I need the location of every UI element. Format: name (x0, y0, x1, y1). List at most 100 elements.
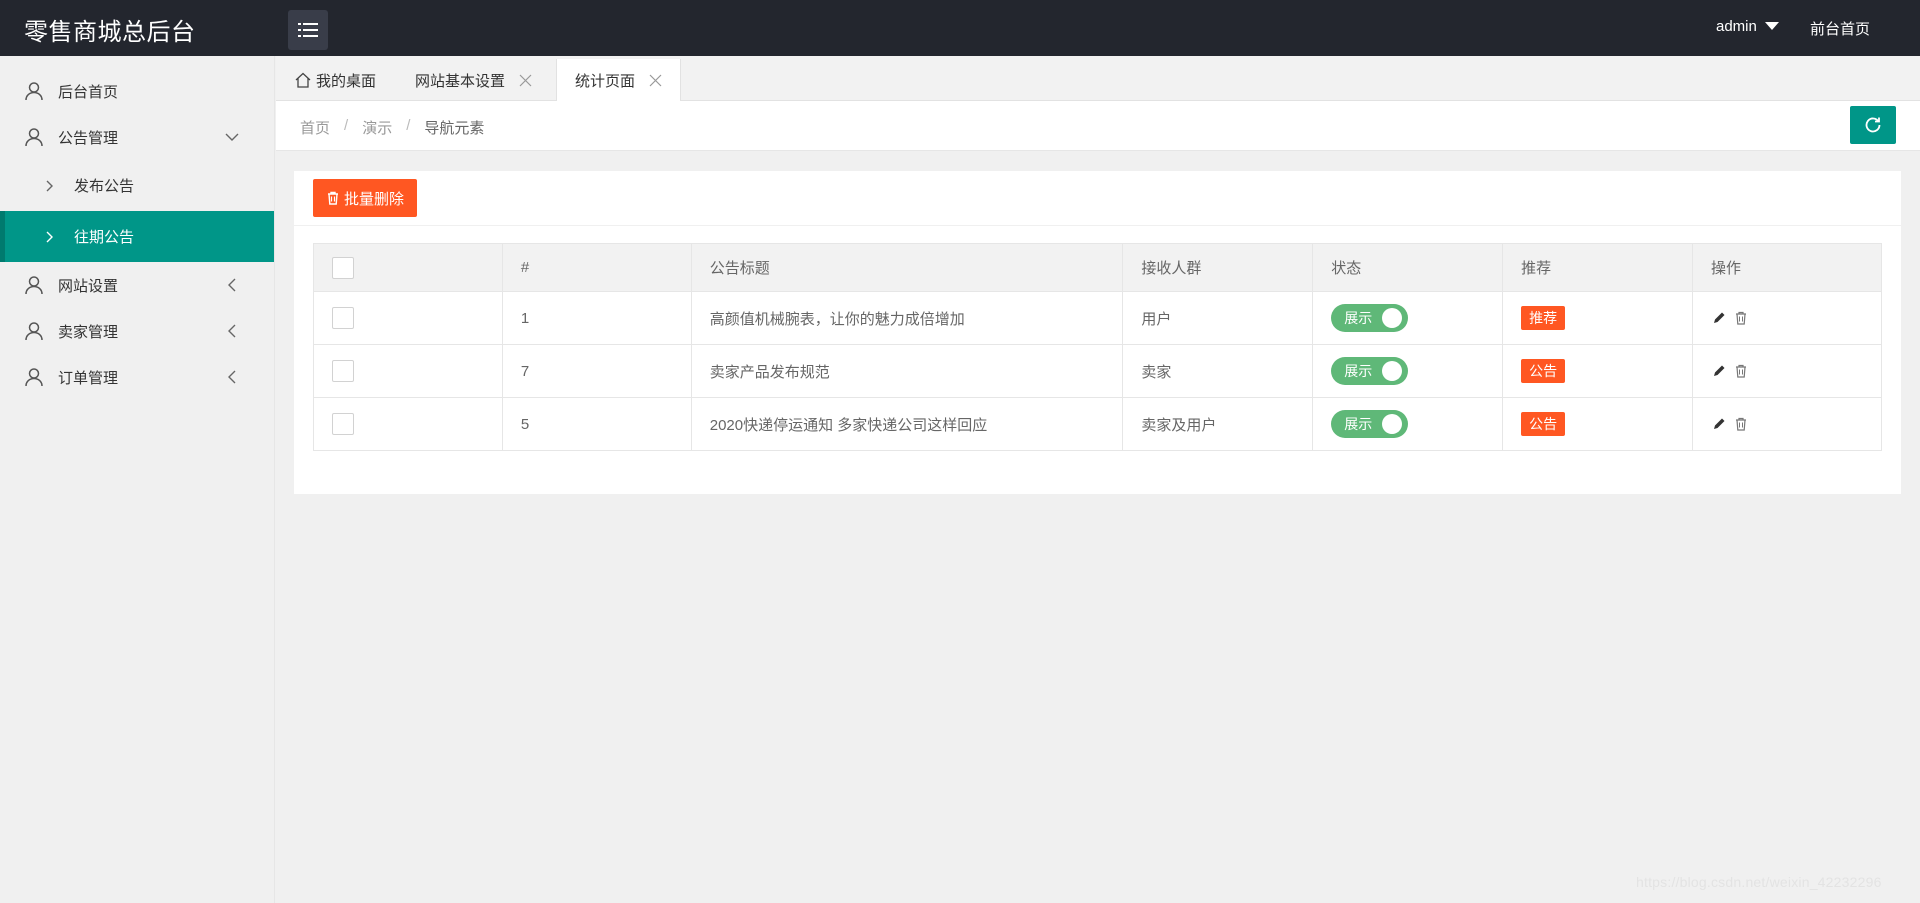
status-toggle[interactable]: 展示 (1331, 410, 1409, 438)
batch-delete-button[interactable]: 批量删除 (313, 179, 418, 217)
card-toolbar: 批量删除 (294, 171, 1901, 226)
edit-icon[interactable] (1711, 416, 1727, 432)
notice-badge: 公告 (1521, 359, 1566, 383)
breadcrumb: 首页 / 演示 / 导航元素 (300, 117, 484, 138)
tab-label: 网站基本设置 (415, 72, 506, 90)
caret-down-icon (1764, 21, 1779, 30)
row-checkbox[interactable] (332, 307, 354, 329)
close-icon[interactable] (519, 74, 532, 87)
user-icon (25, 128, 43, 147)
row-id: 7 (501, 344, 692, 398)
user-icon (25, 322, 43, 341)
announcement-card: 批量删除 # 公告标题 接收人群 状态 推荐 操作 1 高颜值机械腕表，让你的魅… (294, 171, 1901, 494)
status-toggle[interactable]: 展示 (1331, 304, 1409, 332)
row-title: 高颜值机械腕表，让你的魅力成倍增加 (690, 291, 1124, 345)
edit-icon[interactable] (1711, 310, 1727, 326)
breadcrumb-item[interactable]: 首页 (300, 117, 330, 138)
breadcrumb-bar: 首页 / 演示 / 导航元素 (276, 101, 1920, 151)
status-label: 展示 (1344, 363, 1373, 379)
trash-icon[interactable] (1733, 416, 1749, 432)
row-audience: 卖家 (1122, 344, 1314, 398)
table-row: 7 卖家产品发布规范 卖家 展示 公告 (313, 344, 1882, 398)
column-header: 接收人群 (1122, 243, 1314, 292)
sidebar-item-orders[interactable]: 订单管理 (0, 354, 274, 400)
sidebar-item-label: 卖家管理 (58, 323, 119, 341)
trash-icon (328, 191, 338, 205)
sidebar-item-label: 公告管理 (58, 129, 119, 147)
announcement-table: # 公告标题 接收人群 状态 推荐 操作 1 高颜值机械腕表，让你的魅力成倍增加… (313, 243, 1882, 451)
row-checkbox[interactable] (332, 413, 354, 435)
tab-desktop[interactable]: 我的桌面 (276, 59, 394, 101)
chevron-left-icon (228, 324, 236, 338)
column-header: 公告标题 (690, 243, 1124, 292)
table-row: 1 高颜值机械腕表，让你的魅力成倍增加 用户 展示 推荐 (313, 291, 1882, 345)
row-audience: 用户 (1122, 291, 1314, 345)
row-title: 卖家产品发布规范 (690, 344, 1124, 398)
column-header: 操作 (1692, 243, 1882, 292)
toggle-knob (1382, 414, 1403, 434)
column-header: 状态 (1312, 243, 1504, 292)
row-checkbox[interactable] (332, 360, 354, 382)
user-icon (25, 82, 43, 101)
page-tabs: 我的桌面 网站基本设置 统计页面 (276, 56, 1920, 102)
column-header: 推荐 (1502, 243, 1694, 292)
status-label: 展示 (1344, 310, 1373, 326)
chevron-down-icon (225, 133, 239, 141)
row-title: 2020快递停运通知 多家快递公司这样回应 (690, 397, 1124, 451)
watermark: https://blog.csdn.net/weixin_42232296 (1636, 874, 1882, 890)
refresh-icon (1865, 117, 1881, 133)
recommend-badge: 推荐 (1521, 306, 1566, 330)
sidebar: 后台首页 公告管理 发布公告 往期公告 网站设置 卖家管理 订单管理 (0, 56, 275, 903)
sidebar-item-label: 订单管理 (58, 369, 119, 387)
sidebar-item-sellers[interactable]: 卖家管理 (0, 308, 274, 354)
batch-delete-label: 批量删除 (344, 190, 405, 208)
sidebar-subitem-label: 发布公告 (74, 178, 135, 195)
sidebar-item-announcements[interactable]: 公告管理 (0, 114, 274, 160)
trash-icon[interactable] (1733, 310, 1749, 326)
edit-icon[interactable] (1711, 363, 1727, 379)
user-name: admin (1716, 18, 1757, 35)
row-id: 5 (501, 397, 692, 451)
sidebar-item-label: 网站设置 (58, 277, 119, 295)
status-toggle[interactable]: 展示 (1331, 357, 1409, 385)
list-icon (298, 23, 318, 37)
select-all-checkbox[interactable] (332, 256, 354, 279)
breadcrumb-item[interactable]: 演示 (362, 117, 392, 138)
tab-label: 统计页面 (575, 73, 636, 90)
header-select-all (313, 243, 503, 292)
close-icon[interactable] (649, 74, 662, 87)
chevron-right-icon (46, 231, 53, 242)
row-audience: 卖家及用户 (1122, 397, 1314, 451)
breadcrumb-separator: / (344, 117, 349, 134)
front-home-link[interactable]: 前台首页 (1810, 18, 1870, 39)
toggle-knob (1382, 361, 1403, 381)
top-header: 零售商城总后台 admin 前台首页 (0, 0, 1920, 56)
sidebar-item-dashboard[interactable]: 后台首页 (0, 68, 274, 114)
refresh-button[interactable] (1850, 106, 1896, 144)
sidebar-subitem-history[interactable]: 往期公告 (0, 211, 274, 262)
user-icon (25, 276, 43, 295)
user-icon (25, 368, 43, 387)
toggle-knob (1382, 308, 1403, 328)
tab-site-settings[interactable]: 网站基本设置 (397, 59, 550, 101)
chevron-left-icon (228, 278, 236, 292)
sidebar-item-site-settings[interactable]: 网站设置 (0, 262, 274, 308)
table-row: 5 2020快递停运通知 多家快递公司这样回应 卖家及用户 展示 公告 (313, 397, 1882, 451)
status-label: 展示 (1344, 416, 1373, 432)
row-id: 1 (501, 291, 692, 345)
breadcrumb-item: 导航元素 (424, 120, 485, 137)
tab-statistics[interactable]: 统计页面 (556, 59, 682, 102)
home-icon (295, 72, 311, 88)
trash-icon[interactable] (1733, 363, 1749, 379)
sidebar-item-label: 后台首页 (58, 83, 119, 101)
user-menu[interactable]: admin (1716, 18, 1779, 35)
sidebar-subitem-label: 往期公告 (74, 229, 135, 246)
chevron-left-icon (228, 370, 236, 384)
sidebar-subitem-publish[interactable]: 发布公告 (0, 160, 274, 211)
notice-badge: 公告 (1521, 412, 1566, 436)
breadcrumb-separator: / (406, 117, 411, 134)
table-header-row: # 公告标题 接收人群 状态 推荐 操作 (313, 243, 1882, 292)
menu-toggle-button[interactable] (288, 10, 328, 50)
chevron-right-icon (46, 180, 53, 191)
row-actions (1711, 416, 1863, 432)
